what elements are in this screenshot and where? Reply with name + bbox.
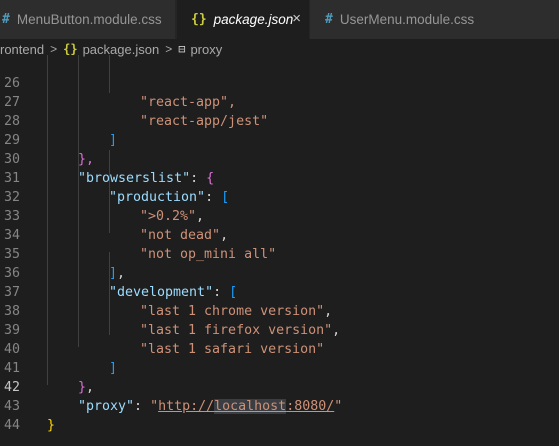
tab-label: MenuButton.module.css <box>16 12 162 27</box>
bracket-token: ] <box>109 361 118 376</box>
code-line: 35 ], <box>0 226 125 281</box>
tab-usermenu-css[interactable]: # UserMenu.module.css <box>310 0 559 39</box>
punct-token: , <box>196 209 205 224</box>
string-token: " <box>334 399 343 414</box>
chevron-right-icon: > <box>50 42 58 56</box>
code-line: 41 }, <box>0 340 94 395</box>
code-line-active: 42 "proxy": "http://localhost:8080/" <box>0 359 342 414</box>
symbol-field-icon: ⊟ <box>178 42 186 56</box>
punct-token: : <box>205 190 222 205</box>
close-icon[interactable]: × <box>292 10 301 27</box>
string-token: "not op_mini all" <box>140 247 277 262</box>
punct-token: : <box>190 171 207 186</box>
code-line: 31 "production": [ <box>0 150 229 205</box>
string-token: "last 1 chrome version" <box>140 304 325 319</box>
code-line: 29 }, <box>0 112 94 167</box>
url-link[interactable]: :8080/ <box>286 399 334 414</box>
bracket-token: [ <box>221 190 230 205</box>
code-line: 26 "react-app", <box>0 55 236 110</box>
key-token: "browserslist" <box>78 171 191 186</box>
brace-token: }, <box>78 152 95 167</box>
code-line: 30 "browserslist": { <box>0 131 214 186</box>
code-line: 28 ] <box>0 93 117 148</box>
code-line: 33 "not dead", <box>0 188 228 243</box>
key-token: "proxy" <box>78 399 135 414</box>
tab-label: package.json <box>213 12 294 27</box>
chevron-right-icon: > <box>165 42 173 56</box>
code-line: 40 ] <box>0 321 117 376</box>
brace-token: } <box>47 418 56 433</box>
string-token: ">0.2%" <box>140 209 197 224</box>
json-file-icon: {} <box>63 42 78 56</box>
punct-token: : <box>134 399 151 414</box>
string-token: "react-app", <box>140 95 237 110</box>
editor-tab-bar: # MenuButton.module.css {} package.json … <box>0 0 559 39</box>
indent-guide <box>109 55 110 93</box>
code-line: 43 } <box>0 378 55 433</box>
code-line: 32 ">0.2%", <box>0 169 204 224</box>
brace-token: } <box>78 380 87 395</box>
tab-package-json[interactable]: {} package.json × <box>177 0 309 39</box>
line-number: 44 <box>3 418 20 433</box>
brace-token: { <box>206 171 215 186</box>
json-file-icon: {} <box>191 12 207 27</box>
indent-guide <box>47 55 48 385</box>
tab-label: UserMenu.module.css <box>339 12 475 27</box>
punct-token: , <box>220 228 229 243</box>
css-file-icon: # <box>2 12 10 27</box>
string-token: " <box>150 399 159 414</box>
indent-guide <box>78 55 79 347</box>
string-token: "not dead" <box>140 228 221 243</box>
css-file-icon: # <box>325 12 333 27</box>
code-line: 27 "react-app/jest" <box>0 74 268 129</box>
punct-token: , <box>117 266 126 281</box>
code-line: 34 "not op_mini all" <box>0 207 276 262</box>
code-line: 38 "last 1 firefox version", <box>0 283 340 338</box>
string-token: "last 1 firefox version" <box>140 323 333 338</box>
string-token: "react-app/jest" <box>140 114 269 129</box>
key-token: "development" <box>109 285 214 300</box>
code-line: 36 "development": [ <box>0 245 237 300</box>
code-line: 44 <box>0 397 32 433</box>
code-line: 39 "last 1 safari version" <box>0 302 324 357</box>
bracket-token: [ <box>229 285 238 300</box>
punct-token: : <box>213 285 230 300</box>
code-line: 37 "last 1 chrome version", <box>0 264 332 319</box>
url-link[interactable]: http:// <box>158 399 214 414</box>
punct-token: , <box>324 304 333 319</box>
bracket-token: ] <box>109 133 118 148</box>
tab-menubutton-css[interactable]: # MenuButton.module.css <box>0 0 176 39</box>
string-token: "last 1 safari version" <box>140 342 325 357</box>
key-token: "production" <box>109 190 206 205</box>
code-editor[interactable]: 26 "react-app", 27 "react-app/jest" 28 ]… <box>0 55 559 446</box>
punct-token: , <box>332 323 341 338</box>
punct-token: , <box>86 380 95 395</box>
bracket-token: ] <box>109 266 118 281</box>
url-link-highlighted[interactable]: localhost <box>214 399 287 414</box>
